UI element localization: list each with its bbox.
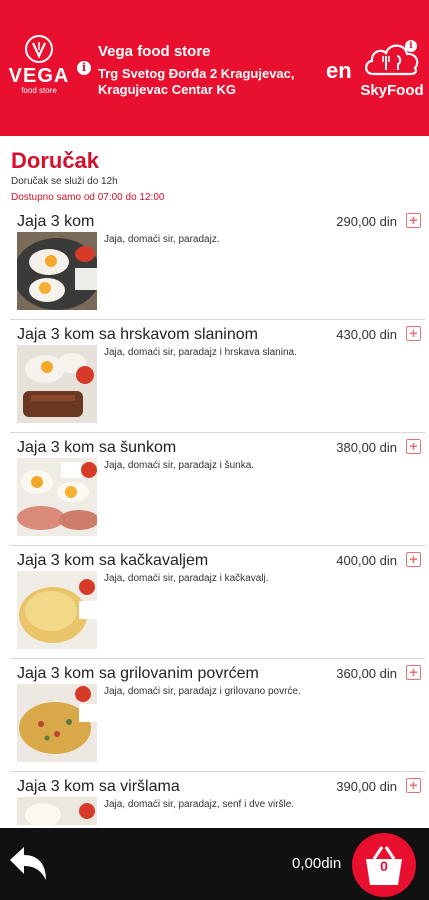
skyfood-logo[interactable]: SkyFood bbox=[356, 38, 428, 100]
item-description: Jaja, domaći sir, paradajz i kačkavalj. bbox=[104, 573, 269, 584]
add-item-button[interactable]: + bbox=[406, 439, 421, 454]
cart-count: 0 bbox=[380, 858, 388, 874]
bottom-bar: 0,00din 0 bbox=[0, 828, 429, 900]
menu-item[interactable]: Jaja 3 kom sa hrskavom slaninom 430,00 d… bbox=[10, 320, 425, 433]
vega-logo[interactable]: VEGA food store bbox=[8, 34, 70, 104]
add-item-button[interactable]: + bbox=[406, 552, 421, 567]
cart-total: 0,00din bbox=[292, 855, 342, 872]
omelette-cheese-photo[interactable] bbox=[17, 571, 97, 649]
eggs-sausages-photo[interactable] bbox=[17, 797, 97, 825]
item-name: Jaja 3 kom sa viršlama bbox=[17, 778, 180, 795]
item-price: 290,00 din bbox=[336, 214, 397, 229]
item-description: Jaja, domaći sir, paradajz i grilovano p… bbox=[104, 686, 301, 697]
store-info-icon[interactable]: i bbox=[77, 61, 91, 75]
item-description: Jaja, domaći sir, paradajz i šunka. bbox=[104, 460, 255, 471]
item-description: Jaja, domaći sir, paradajz, senf i dve v… bbox=[104, 799, 295, 810]
menu-item[interactable]: Jaja 3 kom sa grilovanim povrćem 360,00 … bbox=[10, 659, 425, 772]
section-title: Doručak bbox=[11, 148, 100, 173]
add-item-button[interactable]: + bbox=[406, 665, 421, 680]
eggs-bacon-photo[interactable] bbox=[17, 345, 97, 423]
item-description: Jaja, domaći sir, paradajz. bbox=[104, 234, 220, 245]
add-item-button[interactable]: + bbox=[406, 326, 421, 341]
add-item-button[interactable]: + bbox=[406, 778, 421, 793]
store-address: Trg Svetog Đorđa 2 Kragujevac, Kragujeva… bbox=[98, 66, 295, 97]
language-toggle[interactable]: en bbox=[326, 58, 352, 84]
cart-button[interactable]: 0 bbox=[352, 833, 416, 897]
section-note: Doručak se služi do 12h bbox=[11, 176, 118, 187]
menu-list[interactable]: Jaja 3 kom 290,00 din + Jaja, domaći sir… bbox=[0, 207, 429, 825]
item-name: Jaja 3 kom sa kačkavaljem bbox=[17, 552, 209, 569]
menu-item[interactable]: Jaja 3 kom sa viršlama 390,00 din + Jaja… bbox=[10, 772, 425, 825]
vega-logo-sub: food store bbox=[21, 86, 57, 95]
section-hours: Dostupno samo od 07:00 do 12:00 bbox=[11, 192, 165, 203]
eggs-ham-photo[interactable] bbox=[17, 458, 97, 536]
item-name: Jaja 3 kom sa hrskavom slaninom bbox=[17, 326, 258, 343]
back-arrow-icon bbox=[10, 847, 46, 880]
back-button[interactable] bbox=[8, 844, 50, 884]
item-price: 380,00 din bbox=[336, 440, 397, 455]
item-name: Jaja 3 kom bbox=[17, 213, 95, 230]
item-price: 360,00 din bbox=[336, 666, 397, 681]
header-bar: VEGA food store i Vega food store Trg Sv… bbox=[0, 0, 429, 136]
store-name: Vega food store bbox=[98, 43, 211, 60]
item-price: 390,00 din bbox=[336, 779, 397, 794]
fried-eggs-photo[interactable] bbox=[17, 232, 97, 310]
skyfood-info-icon[interactable]: i bbox=[405, 40, 417, 52]
menu-item[interactable]: Jaja 3 kom sa šunkom 380,00 din + Jaja, … bbox=[10, 433, 425, 546]
item-price: 400,00 din bbox=[336, 553, 397, 568]
menu-item[interactable]: Jaja 3 kom sa kačkavaljem 400,00 din + J… bbox=[10, 546, 425, 659]
skyfood-word: SkyFood bbox=[360, 82, 424, 99]
item-description: Jaja, domaći sir, paradajz i hrskava sla… bbox=[104, 347, 297, 358]
item-name: Jaja 3 kom sa šunkom bbox=[17, 439, 177, 456]
vega-logo-word: VEGA bbox=[8, 65, 70, 87]
vega-logo-icon bbox=[25, 35, 53, 63]
item-price: 430,00 din bbox=[336, 327, 397, 342]
add-item-button[interactable]: + bbox=[406, 213, 421, 228]
omelette-vegetables-photo[interactable] bbox=[17, 684, 97, 762]
menu-item[interactable]: Jaja 3 kom 290,00 din + Jaja, domaći sir… bbox=[10, 207, 425, 320]
item-name: Jaja 3 kom sa grilovanim povrćem bbox=[17, 665, 259, 682]
